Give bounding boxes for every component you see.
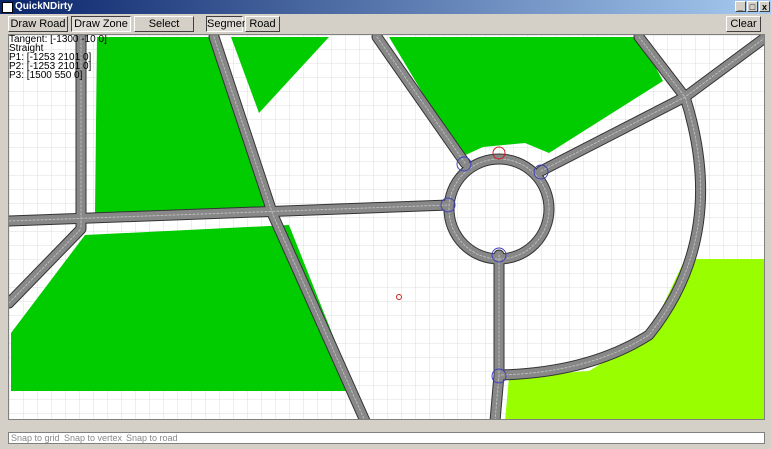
app-icon [2,2,13,13]
status-bar: Snap to grid Snap to vertex Snap to road [8,432,765,444]
close-button[interactable]: x [759,1,770,12]
snap-grid-option[interactable]: Snap to grid [11,432,60,444]
toolbar: Draw Road Draw Zone Select Segment Road … [0,14,771,34]
segment-button[interactable]: Segment [206,16,251,32]
maximize-button[interactable]: □ [747,1,758,12]
title-bar: QuickNDirty _ □ x [0,0,771,14]
snap-road-option[interactable]: Snap to road [126,432,178,444]
window-title: QuickNDirty [15,1,73,12]
road-button[interactable]: Road [245,16,280,32]
p3-readout: P3: [1500 550 0] [9,70,83,81]
draw-zone-button[interactable]: Draw Zone [71,16,131,32]
map-drawing[interactable] [9,35,765,420]
map-canvas[interactable]: Tangent: [-1300 -10 0] Straight P1: [-12… [8,34,765,420]
info-panel: Tangent: [-1300 -10 0] Straight P1: [-12… [9,35,107,81]
select-button[interactable]: Select [134,16,194,32]
minimize-button[interactable]: _ [735,1,746,12]
snap-vertex-option[interactable]: Snap to vertex [64,432,122,444]
clear-button[interactable]: Clear [726,16,761,32]
draw-road-button[interactable]: Draw Road [8,16,68,32]
